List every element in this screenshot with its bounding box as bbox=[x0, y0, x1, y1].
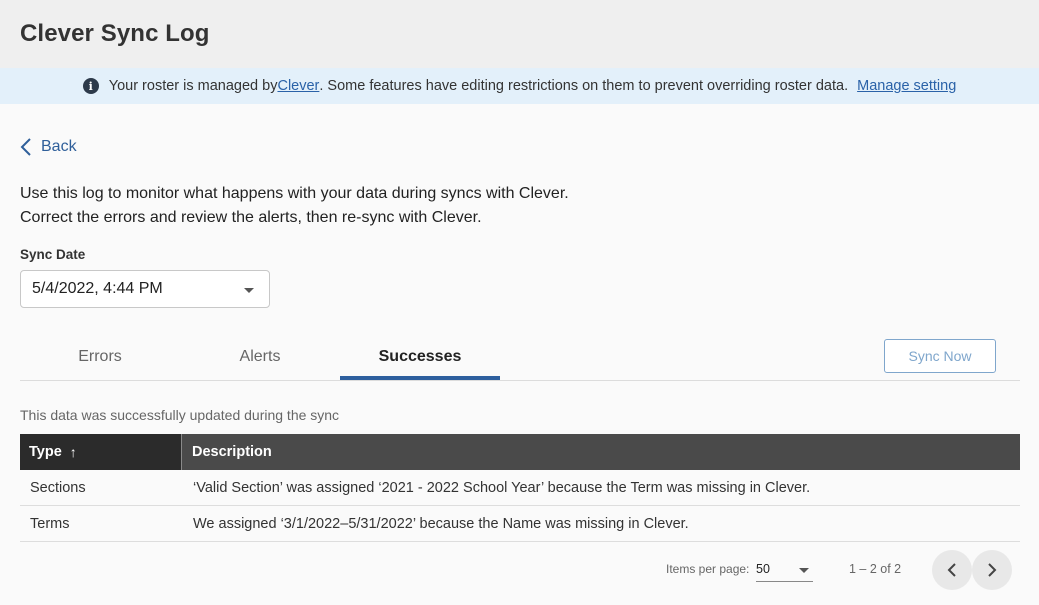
cell-description: ‘Valid Section’ was assigned ‘2021 - 202… bbox=[193, 479, 811, 496]
table-caption: This data was successfully updated durin… bbox=[20, 407, 340, 423]
table-header: Type ↑ Description bbox=[20, 434, 1020, 470]
column-header-type[interactable]: Type ↑ bbox=[20, 434, 181, 470]
column-header-type-label: Type bbox=[29, 444, 62, 460]
banner-text-after: . Some features have editing restriction… bbox=[319, 78, 849, 94]
chevron-left-icon bbox=[20, 138, 31, 156]
intro-line-2: Correct the errors and review the alerts… bbox=[20, 209, 482, 226]
column-header-description-label: Description bbox=[192, 444, 272, 460]
manage-setting-link[interactable]: Manage setting bbox=[857, 78, 956, 94]
page-header: Clever Sync Log bbox=[0, 0, 1039, 68]
sync-date-label: Sync Date bbox=[20, 247, 86, 262]
clever-link[interactable]: Clever bbox=[277, 78, 319, 94]
back-link[interactable]: Back bbox=[20, 137, 77, 157]
info-icon: i bbox=[82, 78, 99, 94]
cell-type: Terms bbox=[30, 515, 70, 532]
sync-date-select[interactable]: 5/4/2022, 4:44 PM bbox=[20, 270, 270, 308]
chevron-right-icon bbox=[988, 563, 997, 577]
banner-text-before: Your roster is managed by bbox=[108, 78, 278, 94]
items-per-page-value: 50 bbox=[756, 562, 770, 576]
intro-text: Use this log to monitor what happens wit… bbox=[20, 182, 569, 230]
page-title: Clever Sync Log bbox=[20, 20, 210, 47]
back-label: Back bbox=[41, 138, 77, 155]
sync-date-value: 5/4/2022, 4:44 PM bbox=[32, 280, 163, 297]
caret-down-icon bbox=[799, 568, 809, 573]
tab-successes[interactable]: Successes bbox=[340, 333, 500, 380]
intro-line-1: Use this log to monitor what happens wit… bbox=[20, 185, 569, 202]
column-header-description: Description bbox=[181, 434, 1020, 470]
next-page-button[interactable] bbox=[972, 550, 1012, 590]
page-range: 1 – 2 of 2 bbox=[849, 562, 902, 576]
tab-alerts[interactable]: Alerts bbox=[180, 333, 340, 380]
items-per-page-label: Items per page: bbox=[666, 562, 750, 576]
tab-errors[interactable]: Errors bbox=[20, 333, 180, 380]
cell-type: Sections bbox=[30, 479, 86, 496]
previous-page-button[interactable] bbox=[932, 550, 972, 590]
roster-banner: i Your roster is managed by Clever. Some… bbox=[0, 68, 1039, 104]
sync-now-button[interactable]: Sync Now bbox=[884, 339, 996, 373]
pagination: Items per page: 50 1 – 2 of 2 bbox=[0, 550, 1039, 590]
table-row: Terms We assigned ‘3/1/2022–5/31/2022’ b… bbox=[20, 506, 1020, 542]
arrow-up-icon: ↑ bbox=[69, 444, 77, 460]
items-per-page-select[interactable]: 50 bbox=[756, 556, 813, 582]
cell-description: We assigned ‘3/1/2022–5/31/2022’ because… bbox=[193, 515, 689, 532]
tab-bar: Errors Alerts Successes Sync Now bbox=[20, 333, 1020, 381]
caret-down-icon bbox=[244, 288, 254, 293]
table-row: Sections ‘Valid Section’ was assigned ‘2… bbox=[20, 470, 1020, 506]
chevron-left-icon bbox=[947, 563, 956, 577]
successes-table: Type ↑ Description Sections ‘Valid Secti… bbox=[20, 434, 1020, 542]
